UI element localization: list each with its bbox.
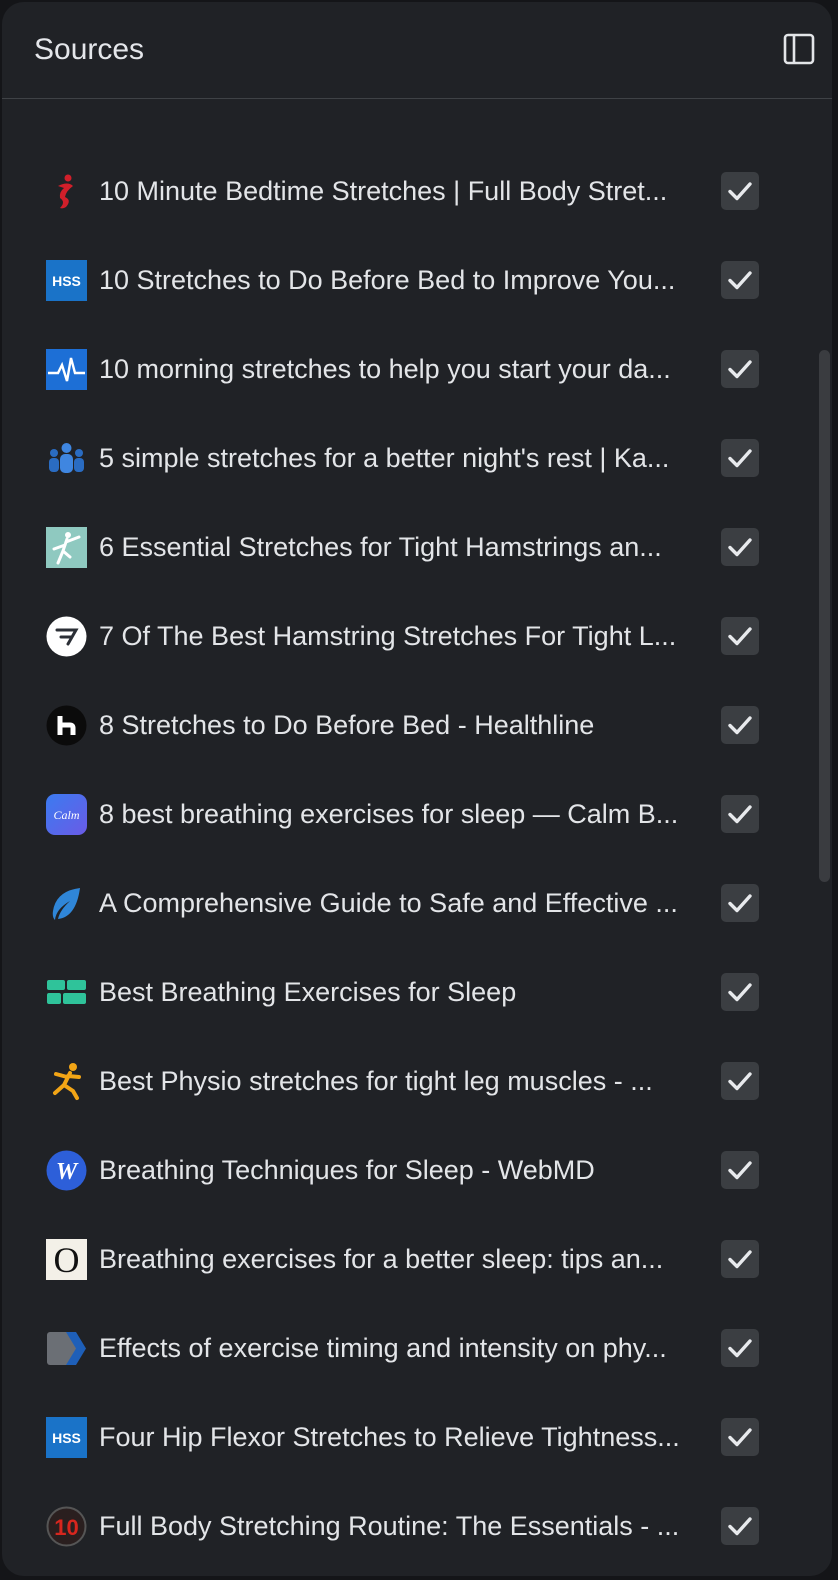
source-item[interactable]: W Breathing Techniques for Sleep - WebMD xyxy=(2,1126,802,1215)
source-item[interactable]: Best Physio stretches for tight leg musc… xyxy=(2,1037,802,1126)
hss-logo-icon: HSS xyxy=(46,1417,87,1458)
source-checkbox[interactable] xyxy=(721,261,759,299)
source-title: 5 simple stretches for a better night's … xyxy=(99,443,670,473)
source-item[interactable]: 5 simple stretches for a better night's … xyxy=(2,414,802,503)
source-checkbox[interactable] xyxy=(721,350,759,388)
svg-text:W: W xyxy=(56,1159,79,1185)
source-title: Four Hip Flexor Stretches to Relieve Tig… xyxy=(99,1422,680,1452)
chevron-logo-icon xyxy=(46,1328,87,1369)
source-item[interactable]: 10 Full Body Stretching Routine: The Esse… xyxy=(2,1482,802,1571)
svg-text:O: O xyxy=(54,1240,80,1280)
source-title: 10 morning stretches to help you start y… xyxy=(99,354,671,384)
source-item[interactable]: Best Breathing Exercises for Sleep xyxy=(2,948,802,1037)
hss-logo-icon: HSS xyxy=(46,260,87,301)
checkmark-icon xyxy=(721,528,759,566)
source-checkbox[interactable] xyxy=(721,1151,759,1189)
svg-text:HSS: HSS xyxy=(52,1430,81,1446)
source-title: 6 Essential Stretches for Tight Hamstrin… xyxy=(99,532,662,562)
source-checkbox[interactable] xyxy=(721,973,759,1011)
source-checkbox[interactable] xyxy=(721,706,759,744)
source-title: 8 Stretches to Do Before Bed - Healthlin… xyxy=(99,710,595,740)
checkmark-icon xyxy=(721,1062,759,1100)
source-title: 8 best breathing exercises for sleep — C… xyxy=(99,799,679,829)
source-checkbox[interactable] xyxy=(721,884,759,922)
panel-header: Sources xyxy=(2,2,832,99)
panel-title: Sources xyxy=(34,33,145,66)
source-title: 10 Stretches to Do Before Bed to Improve… xyxy=(99,265,676,295)
source-title: A Comprehensive Guide to Safe and Effect… xyxy=(99,888,678,918)
source-item[interactable]: HSS 10 Stretches to Do Before Bed to Impr… xyxy=(2,236,802,325)
source-item[interactable]: O Breathing exercises for a better sleep:… xyxy=(2,1215,802,1304)
calm-logo-icon: Calm xyxy=(46,794,87,835)
checkmark-icon xyxy=(721,706,759,744)
source-checkbox[interactable] xyxy=(721,1418,759,1456)
source-item[interactable]: 10 Minute Bedtime Stretches | Full Body … xyxy=(2,147,802,236)
source-title: Best Physio stretches for tight leg musc… xyxy=(99,1066,653,1096)
checkmark-icon xyxy=(721,617,759,655)
checkmark-icon xyxy=(721,795,759,833)
source-title: Breathing exercises for a better sleep: … xyxy=(99,1244,664,1274)
source-item[interactable]: 6 Essential Stretches for Tight Hamstrin… xyxy=(2,503,802,592)
source-checkbox[interactable] xyxy=(721,172,759,210)
letter-o-logo-icon: O xyxy=(46,1239,87,1280)
source-item[interactable]: Calm 8 best breathing exercises for sleep… xyxy=(2,770,802,859)
checkmark-icon xyxy=(721,172,759,210)
source-checkbox[interactable] xyxy=(721,1062,759,1100)
number-ten-logo-icon: 10 xyxy=(46,1506,87,1547)
source-title: 10 Minute Bedtime Stretches | Full Body … xyxy=(99,176,668,206)
people-group-icon xyxy=(46,438,87,479)
source-checkbox[interactable] xyxy=(721,1240,759,1278)
checkmark-icon xyxy=(721,439,759,477)
source-title: Full Body Stretching Routine: The Essent… xyxy=(99,1511,680,1541)
checkmark-icon xyxy=(721,884,759,922)
sidebar-toggle-icon[interactable] xyxy=(782,32,816,66)
checkmark-icon xyxy=(721,1507,759,1545)
heartbeat-icon xyxy=(46,349,87,390)
source-checkbox[interactable] xyxy=(721,795,759,833)
source-checkbox[interactable] xyxy=(721,1329,759,1367)
webmd-logo-icon: W xyxy=(46,1150,87,1191)
green-blocks-icon xyxy=(46,972,87,1013)
source-title: Breathing Techniques for Sleep - WebMD xyxy=(99,1155,595,1185)
circle-arrow-logo-icon xyxy=(46,616,87,657)
source-title: 7 Of The Best Hamstring Stretches For Ti… xyxy=(99,621,677,651)
source-title: Best Breathing Exercises for Sleep xyxy=(99,977,517,1007)
svg-text:10: 10 xyxy=(54,1515,78,1540)
source-item[interactable]: 8 Stretches to Do Before Bed - Healthlin… xyxy=(2,681,802,770)
checkmark-icon xyxy=(721,1418,759,1456)
checkmark-icon xyxy=(721,1240,759,1278)
source-checkbox[interactable] xyxy=(721,1507,759,1545)
stretching-figure-icon xyxy=(46,527,87,568)
checkmark-icon xyxy=(721,973,759,1011)
source-item[interactable]: Effects of exercise timing and intensity… xyxy=(2,1304,802,1393)
healthline-logo-icon xyxy=(46,705,87,746)
source-checkbox[interactable] xyxy=(721,617,759,655)
source-item[interactable]: A Comprehensive Guide to Safe and Effect… xyxy=(2,859,802,948)
svg-text:HSS: HSS xyxy=(52,273,81,289)
sources-panel: Sources 10 Minute Bedtime Stretches | Fu… xyxy=(2,2,832,1576)
source-item[interactable]: HSS Four Hip Flexor Stretches to Relieve … xyxy=(2,1393,802,1482)
source-item[interactable]: 10 morning stretches to help you start y… xyxy=(2,325,802,414)
red-figure-icon xyxy=(46,171,87,212)
source-item[interactable]: 7 Of The Best Hamstring Stretches For Ti… xyxy=(2,592,802,681)
leaf-swirl-icon xyxy=(46,883,87,924)
running-figure-icon xyxy=(46,1061,87,1102)
source-title: Effects of exercise timing and intensity… xyxy=(99,1333,667,1363)
svg-text:Calm: Calm xyxy=(53,808,79,822)
source-checkbox[interactable] xyxy=(721,439,759,477)
checkmark-icon xyxy=(721,350,759,388)
checkmark-icon xyxy=(721,261,759,299)
checkmark-icon xyxy=(721,1151,759,1189)
checkmark-icon xyxy=(721,1329,759,1367)
source-checkbox[interactable] xyxy=(721,528,759,566)
scrollbar-thumb[interactable] xyxy=(819,350,830,882)
